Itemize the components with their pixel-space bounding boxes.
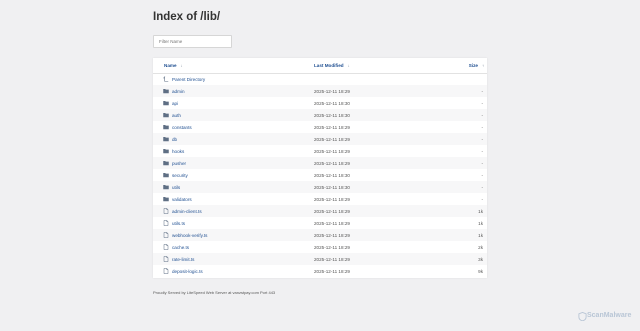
scanmalware-logo-icon [578, 312, 587, 321]
entry-size: 2k [478, 244, 483, 250]
file-icon [163, 268, 169, 274]
entry-size: - [481, 100, 483, 106]
parent-dir-icon [163, 76, 169, 82]
folder-icon [163, 184, 169, 190]
folder-icon [163, 196, 169, 202]
file-icon [163, 244, 169, 250]
folder-icon [163, 136, 169, 142]
entry-size: 1k [478, 232, 483, 238]
file-icon [163, 256, 169, 262]
entry-link[interactable]: hooks [172, 149, 184, 154]
entry-last-modified: 2025-12-11 18:29 [314, 208, 350, 214]
sort-arrow-icon: ↓ [180, 63, 183, 68]
sort-arrow-icon: ↑ [482, 63, 484, 68]
entry-link[interactable]: security [172, 173, 188, 178]
entry-last-modified: 2025-12-11 18:29 [314, 268, 350, 274]
table-row: admin-client.ts 2025-12-11 18:29 1k [153, 205, 487, 217]
entry-link[interactable]: auth [172, 113, 181, 118]
table-row: admin 2025-12-11 18:29 - [153, 85, 487, 97]
entry-link[interactable]: webhook-verify.ts [172, 233, 207, 238]
table-row: utils 2025-12-11 18:30 - [153, 181, 487, 193]
entry-last-modified: 2025-12-11 18:30 [314, 100, 350, 106]
folder-icon [163, 172, 169, 178]
entry-link[interactable]: pusher [172, 161, 186, 166]
entry-last-modified: 2025-12-11 18:29 [314, 256, 350, 262]
entry-link[interactable]: utils.ts [172, 221, 185, 226]
table-row: security 2025-12-11 18:30 - [153, 169, 487, 181]
entry-link[interactable]: admin-client.ts [172, 209, 202, 214]
entry-last-modified: 2025-12-11 18:30 [314, 112, 350, 118]
file-icon [163, 220, 169, 226]
folder-icon [163, 124, 169, 130]
entry-link[interactable]: Parent Directory [172, 77, 205, 82]
entry-size: - [481, 148, 483, 154]
entry-last-modified: 2025-12-11 18:29 [314, 220, 350, 226]
entry-last-modified: 2025-12-11 18:29 [314, 88, 350, 94]
file-icon [163, 232, 169, 238]
entry-last-modified: 2025-12-11 18:29 [314, 232, 350, 238]
table-row: deposit-logic.ts 2025-12-11 18:29 9k [153, 265, 487, 277]
folder-icon [163, 160, 169, 166]
folder-icon [163, 100, 169, 106]
table-row: rate-limit.ts 2025-12-11 18:29 3k [153, 253, 487, 265]
entry-size: 9k [478, 268, 483, 274]
entry-size: 3k [478, 256, 483, 262]
entry-last-modified: 2025-12-11 18:29 [314, 124, 350, 130]
entry-size: - [481, 88, 483, 94]
table-row: webhook-verify.ts 2025-12-11 18:29 1k [153, 229, 487, 241]
entry-size: - [481, 196, 483, 202]
entry-link[interactable]: rate-limit.ts [172, 257, 194, 262]
entry-last-modified: 2025-12-11 18:29 [314, 160, 350, 166]
folder-icon [163, 112, 169, 118]
table-row: validators 2025-12-11 18:29 - [153, 193, 487, 205]
name-column-label: Name [164, 63, 177, 68]
page-title: Index of /lib/ [153, 11, 221, 23]
folder-icon [163, 88, 169, 94]
entry-link[interactable]: db [172, 137, 177, 142]
entry-link[interactable]: validators [172, 197, 192, 202]
entry-size: - [481, 112, 483, 118]
scanmalware-watermark: ScanMalware [587, 312, 632, 319]
entry-link[interactable]: deposit-logic.ts [172, 269, 203, 274]
entry-size: 1k [478, 220, 483, 226]
entry-last-modified: 2025-12-11 18:29 [314, 136, 350, 142]
entry-size: - [481, 160, 483, 166]
folder-icon [163, 148, 169, 154]
table-row: utils.ts 2025-12-11 18:29 1k [153, 217, 487, 229]
table-row: auth 2025-12-11 18:30 - [153, 109, 487, 121]
last-modified-column-header[interactable]: Last Modified ↓ [314, 63, 350, 68]
filter-name-input[interactable] [153, 35, 232, 48]
last-modified-column-label: Last Modified [314, 63, 344, 68]
table-row: constants 2025-12-11 18:29 - [153, 121, 487, 133]
entry-size: - [481, 124, 483, 130]
entry-link[interactable]: constants [172, 125, 192, 130]
entry-size: - [481, 184, 483, 190]
table-header: Name ↓ Last Modified ↓ Size ↑ [153, 58, 487, 74]
name-column-header[interactable]: Name ↓ [164, 63, 183, 68]
entry-last-modified: 2025-12-11 18:30 [314, 184, 350, 190]
entry-size: - [481, 136, 483, 142]
table-row: db 2025-12-11 18:29 - [153, 133, 487, 145]
parent-directory-row: Parent Directory [153, 73, 487, 85]
entry-last-modified: 2025-12-11 18:29 [314, 196, 350, 202]
file-icon [163, 208, 169, 214]
table-row: api 2025-12-11 18:30 - [153, 97, 487, 109]
size-column-header[interactable]: Size ↑ [469, 63, 484, 68]
entry-last-modified: 2025-12-11 18:30 [314, 172, 350, 178]
table-row: hooks 2025-12-11 18:29 - [153, 145, 487, 157]
entry-link[interactable]: api [172, 101, 178, 106]
server-footer: Proudly Served by LiteSpeed Web Server a… [153, 290, 276, 295]
entry-last-modified: 2025-12-11 18:29 [314, 148, 350, 154]
size-column-label: Size [468, 63, 478, 68]
entry-size: 1k [478, 208, 483, 214]
directory-listing-table: Name ↓ Last Modified ↓ Size ↑ Parent Direct… [153, 58, 487, 278]
entry-link[interactable]: admin [172, 89, 185, 94]
entry-link[interactable]: cache.ts [172, 245, 189, 250]
table-row: cache.ts 2025-12-11 18:29 2k [153, 241, 487, 253]
entry-link[interactable]: utils [172, 185, 180, 190]
sort-arrow-icon: ↓ [347, 63, 350, 68]
entry-size: - [481, 172, 483, 178]
entry-last-modified: 2025-12-11 18:29 [314, 244, 350, 250]
table-row: pusher 2025-12-11 18:29 - [153, 157, 487, 169]
